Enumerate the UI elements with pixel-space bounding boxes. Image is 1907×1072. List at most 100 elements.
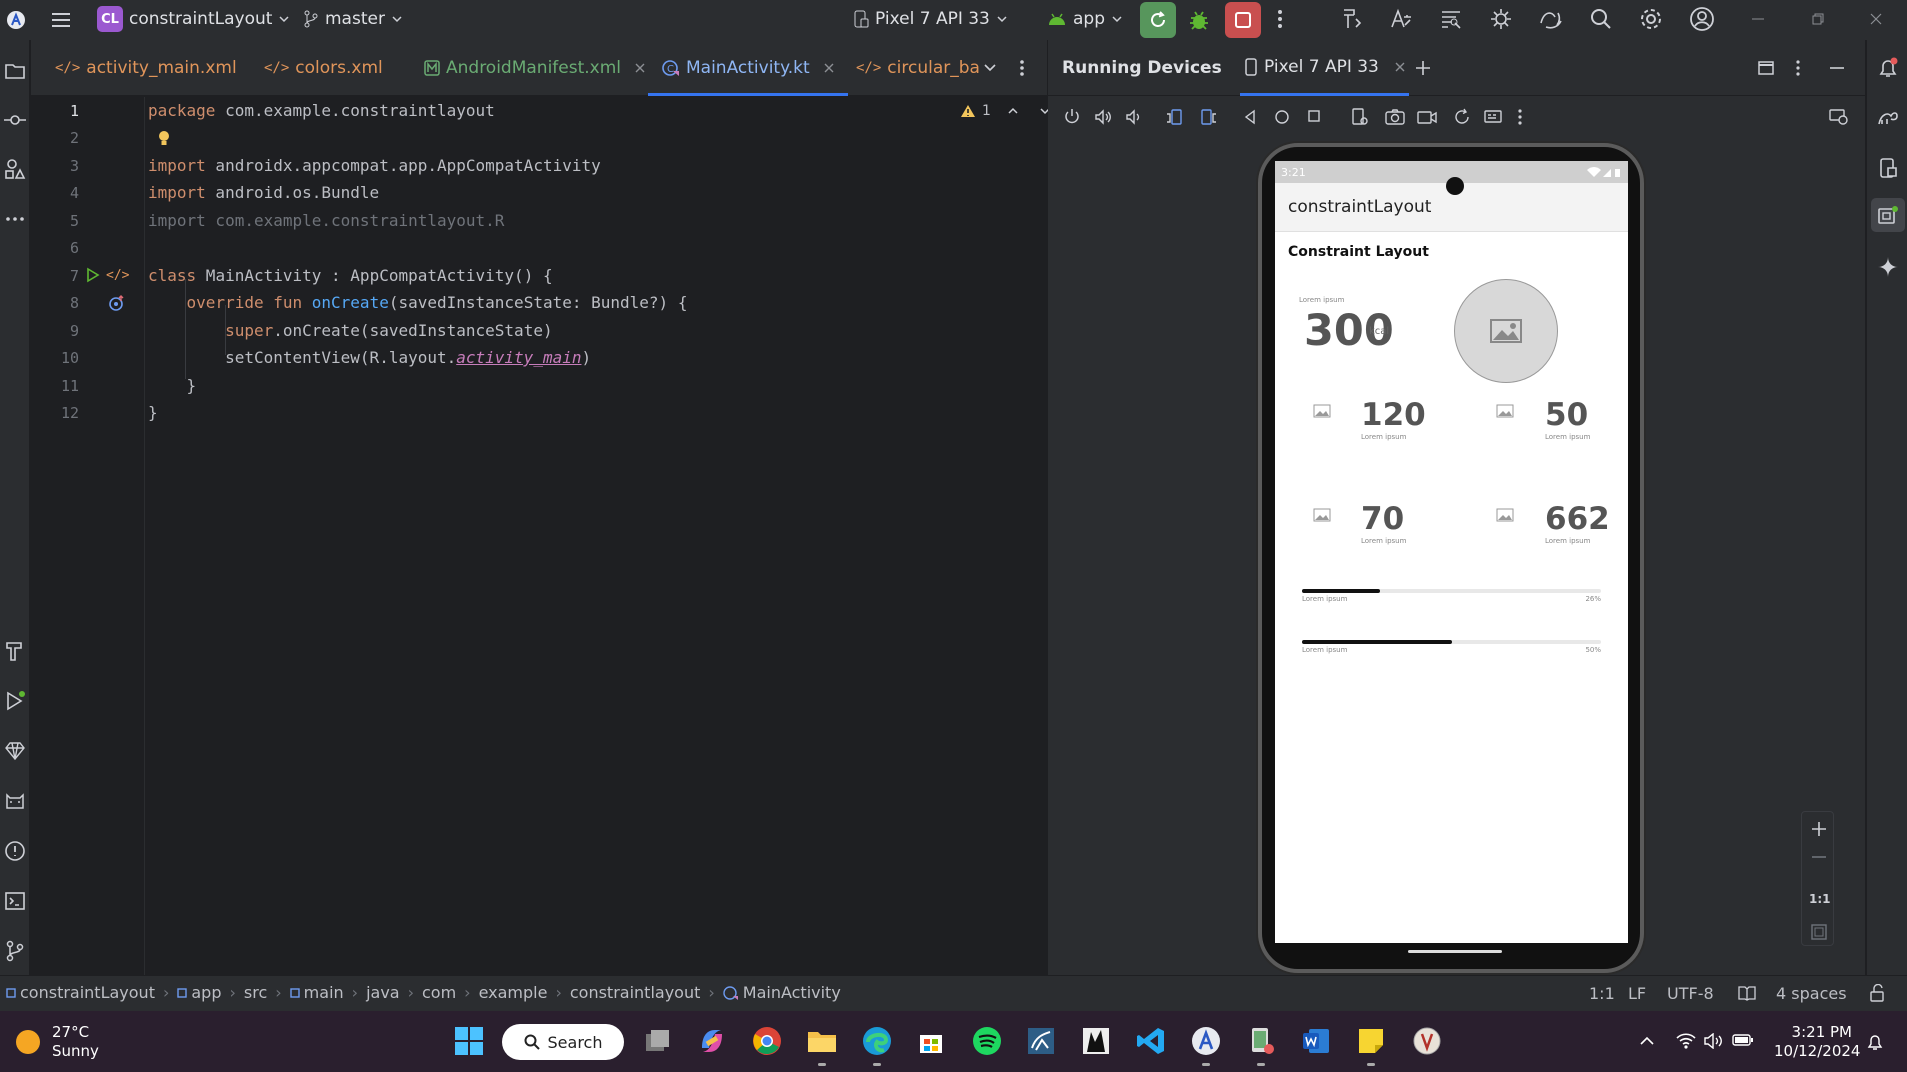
run-icon[interactable] [2,688,28,714]
breadcrumb-item[interactable]: MainActivity [723,983,841,1002]
unlock-icon[interactable] [1869,984,1885,1002]
taskbar-search[interactable]: Search [502,1024,624,1060]
build-hammer-icon[interactable] [2,638,28,664]
device-screen[interactable]: 3:21 constraintLayout Constraint Layout … [1275,161,1628,943]
word-button[interactable] [1297,1022,1335,1060]
close-window-icon[interactable] [1870,13,1882,25]
rotate-right-icon[interactable] [1200,108,1218,126]
back-icon[interactable] [1243,109,1257,125]
layout-gutter-icon[interactable]: </> [106,268,129,283]
tab-colors-xml[interactable]: </> colors.xml [264,40,383,96]
screenshot-icon[interactable] [1385,108,1405,126]
start-button[interactable] [450,1022,488,1060]
close-tab-icon[interactable] [1395,62,1405,72]
breadcrumb-item[interactable]: java [366,983,400,1002]
notifications-icon[interactable] [1874,54,1902,82]
gesture-nav-bar[interactable] [1408,950,1502,953]
inkscape-button[interactable] [1077,1022,1115,1060]
breadcrumb-item[interactable]: app [177,983,222,1002]
power-icon[interactable] [1063,108,1081,126]
translations-icon[interactable] [1389,7,1413,31]
search-icon[interactable] [1589,7,1613,31]
tab-main-activity-kt[interactable]: C MainActivity.kt [648,40,848,96]
task-view-button[interactable] [639,1022,677,1060]
speaker-icon[interactable] [1704,1033,1724,1049]
file-encoding[interactable]: UTF-8 [1667,984,1714,1003]
more-vertical-icon[interactable] [1277,9,1283,29]
device-selector[interactable]: Pixel 7 API 33 [853,9,1008,29]
screen-record-icon[interactable] [1417,108,1437,126]
breadcrumb-item[interactable]: example [479,983,548,1002]
terminal-icon[interactable] [2,888,28,914]
home-icon[interactable] [1274,109,1290,125]
override-gutter-icon[interactable] [108,294,126,312]
emulator-button[interactable] [1242,1022,1280,1066]
tab-android-manifest[interactable]: AndroidManifest.xml [424,40,645,96]
gemini-sparkle-icon[interactable] [1874,253,1902,281]
caret-position[interactable]: 1:1 [1589,984,1615,1003]
file-explorer-button[interactable] [803,1022,841,1066]
window-options-icon[interactable] [1758,61,1774,75]
copilot-button[interactable] [693,1022,731,1060]
edge-button[interactable] [858,1022,896,1066]
resource-manager-icon[interactable] [2,156,28,182]
breadcrumb-item[interactable]: constraintLayout [6,983,155,1002]
device-manager-icon[interactable] [1538,7,1564,31]
chevron-up-icon[interactable] [1007,106,1019,116]
breadcrumb-item[interactable]: com [422,983,456,1002]
minimize-icon[interactable] [1752,18,1764,20]
rerun-button[interactable] [1140,2,1176,38]
spotify-button[interactable] [968,1022,1006,1060]
lightbulb-icon[interactable] [157,130,171,148]
chrome-button[interactable] [748,1022,786,1060]
overview-icon[interactable] [1307,109,1321,123]
stop-button[interactable] [1225,2,1261,38]
debug-icon[interactable] [1188,8,1210,32]
settings-gear-icon[interactable] [1639,7,1663,31]
zoom-actual-size[interactable]: 1:1 [1809,892,1831,906]
sticky-notes-button[interactable] [1352,1022,1390,1066]
zoom-in-icon[interactable] [1811,821,1827,837]
breadcrumb-item[interactable]: main [289,983,344,1002]
android-studio-button[interactable] [1187,1022,1225,1066]
more-vertical-icon[interactable] [1517,108,1523,126]
branch-selector[interactable]: master [303,9,403,29]
battery-icon[interactable] [1732,1033,1754,1047]
wifi-icon[interactable] [1676,1033,1696,1049]
mysql-workbench-button[interactable] [1022,1022,1060,1060]
close-tab-icon[interactable] [635,63,645,73]
tab-list-chevron-icon[interactable] [983,62,997,74]
snapshot-icon[interactable] [1453,108,1471,126]
account-icon[interactable] [1689,6,1715,32]
zoom-out-icon[interactable] [1811,856,1827,858]
volume-down-icon[interactable] [1125,108,1143,126]
android-studio-icon[interactable] [6,10,26,30]
more-vertical-icon[interactable] [1795,59,1801,77]
reader-mode-icon[interactable] [1738,985,1756,1001]
sync-gradle-icon[interactable] [1340,7,1364,31]
gear-bug-icon[interactable] [1489,7,1513,31]
line-separator[interactable]: LF [1628,984,1646,1003]
system-clock[interactable]: 3:21 PM 10/12/2024 [1774,1023,1860,1061]
code-editor[interactable]: 1 2 3 4 5 6 7 8 9 10 11 12 </> package c… [31,97,1050,975]
logcat-icon[interactable] [2,788,28,814]
version-control-icon[interactable] [2,938,28,964]
chevron-up-icon[interactable] [1639,1036,1655,1046]
tab-activity-main-xml[interactable]: </> activity_main.xml [55,40,237,96]
profile-image[interactable] [1454,279,1558,383]
zoom-fit-icon[interactable] [1811,924,1827,940]
restore-icon[interactable] [1812,13,1824,25]
breadcrumb-item[interactable]: constraintlayout [570,983,701,1002]
mirror-settings-icon[interactable] [1829,108,1849,126]
add-device-icon[interactable] [1415,60,1431,76]
hide-panel-icon[interactable] [1830,67,1844,69]
tab-circular-bar[interactable]: </> circular_ba [856,40,980,96]
more-horizontal-icon[interactable] [2,206,28,232]
notification-bell-icon[interactable] [1866,1032,1884,1052]
run-config-selector[interactable]: app [1047,9,1123,29]
device-frame-icon[interactable] [1351,108,1369,126]
commit-icon[interactable] [2,107,28,133]
device-file-explorer-icon[interactable] [1874,154,1902,182]
indent-setting[interactable]: 4 spaces [1776,984,1847,1003]
project-selector[interactable]: CL constraintLayout [97,6,290,32]
